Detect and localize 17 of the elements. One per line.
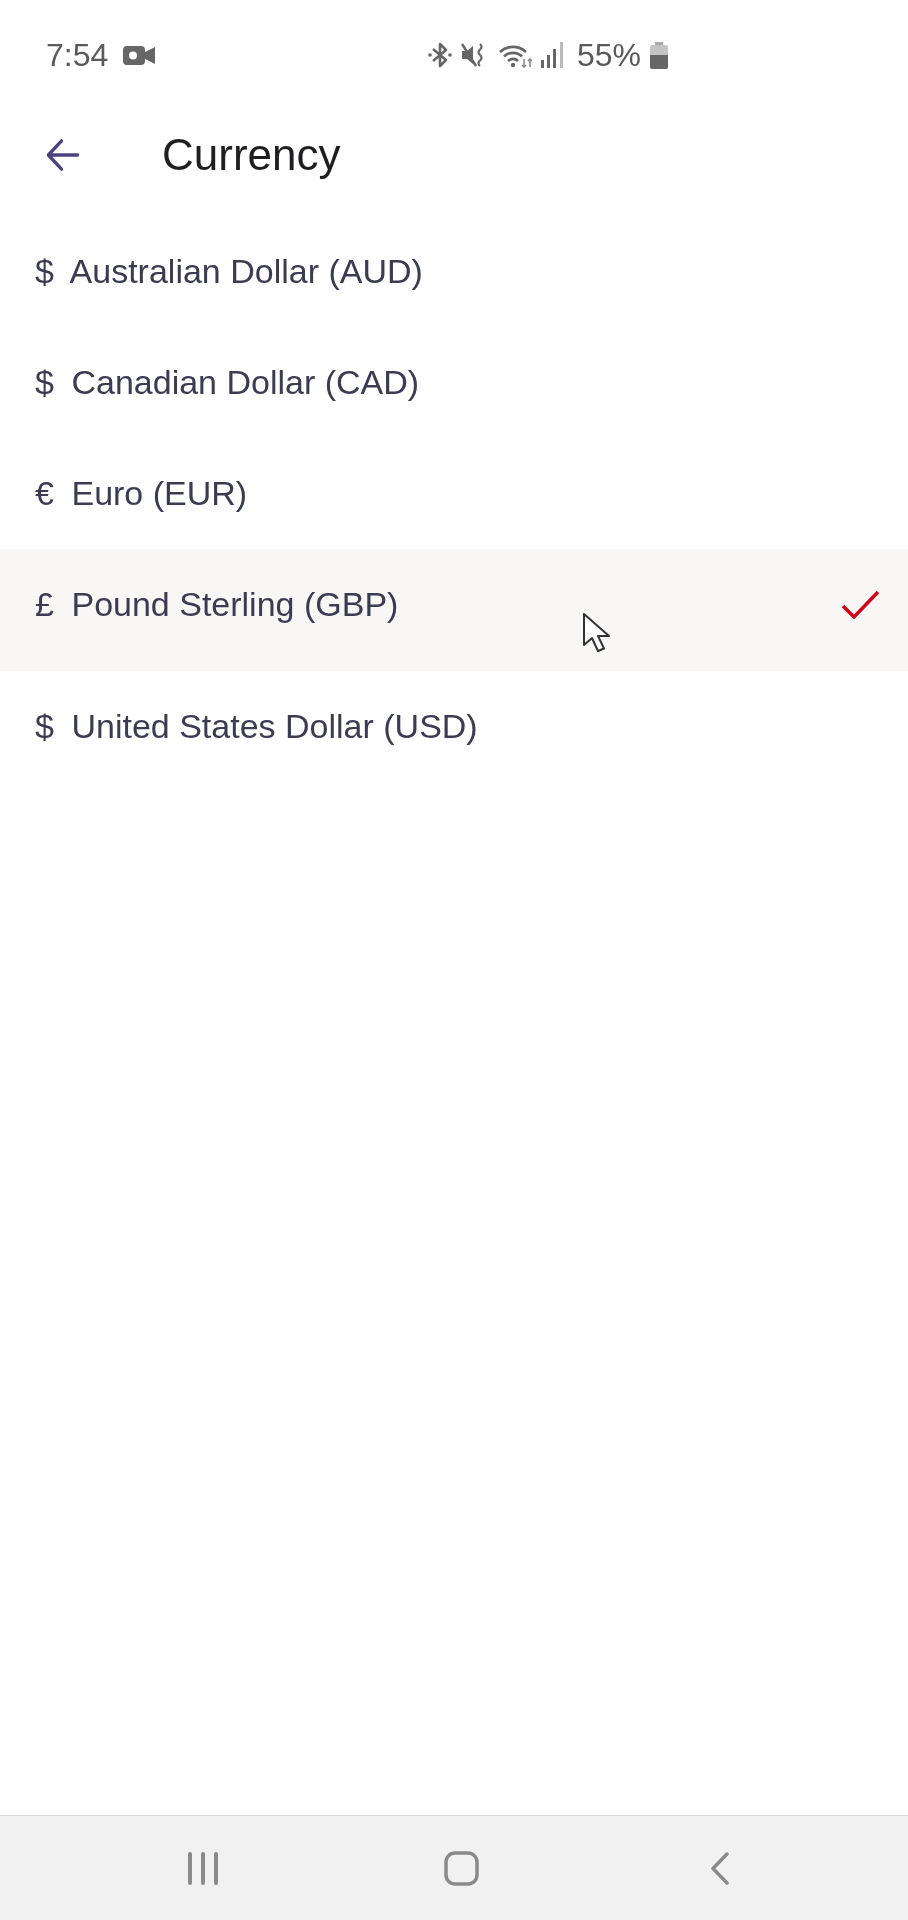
back-arrow-icon xyxy=(45,138,80,172)
battery-percentage: 55% xyxy=(576,39,641,71)
currency-option[interactable]: £ Pound Sterling (GBP) xyxy=(0,549,908,671)
signal-bars-icon xyxy=(539,42,565,68)
recents-icon xyxy=(187,1851,219,1885)
status-time: 7:54 xyxy=(46,39,109,71)
currency-option[interactable]: $ Canadian Dollar (CAD) xyxy=(0,327,908,438)
currency-option[interactable]: $ Australian Dollar (AUD) xyxy=(0,216,908,327)
currency-option[interactable]: € Euro (EUR) xyxy=(0,438,908,549)
video-camera-icon xyxy=(123,43,156,67)
home-icon xyxy=(443,1850,479,1886)
bluetooth-icon xyxy=(427,41,452,69)
currency-option[interactable]: $ United States Dollar (USD) xyxy=(0,671,908,782)
battery-icon xyxy=(649,41,669,69)
page-title: Currency xyxy=(162,128,341,181)
back-icon xyxy=(709,1851,729,1885)
checkmark-icon xyxy=(841,590,880,619)
